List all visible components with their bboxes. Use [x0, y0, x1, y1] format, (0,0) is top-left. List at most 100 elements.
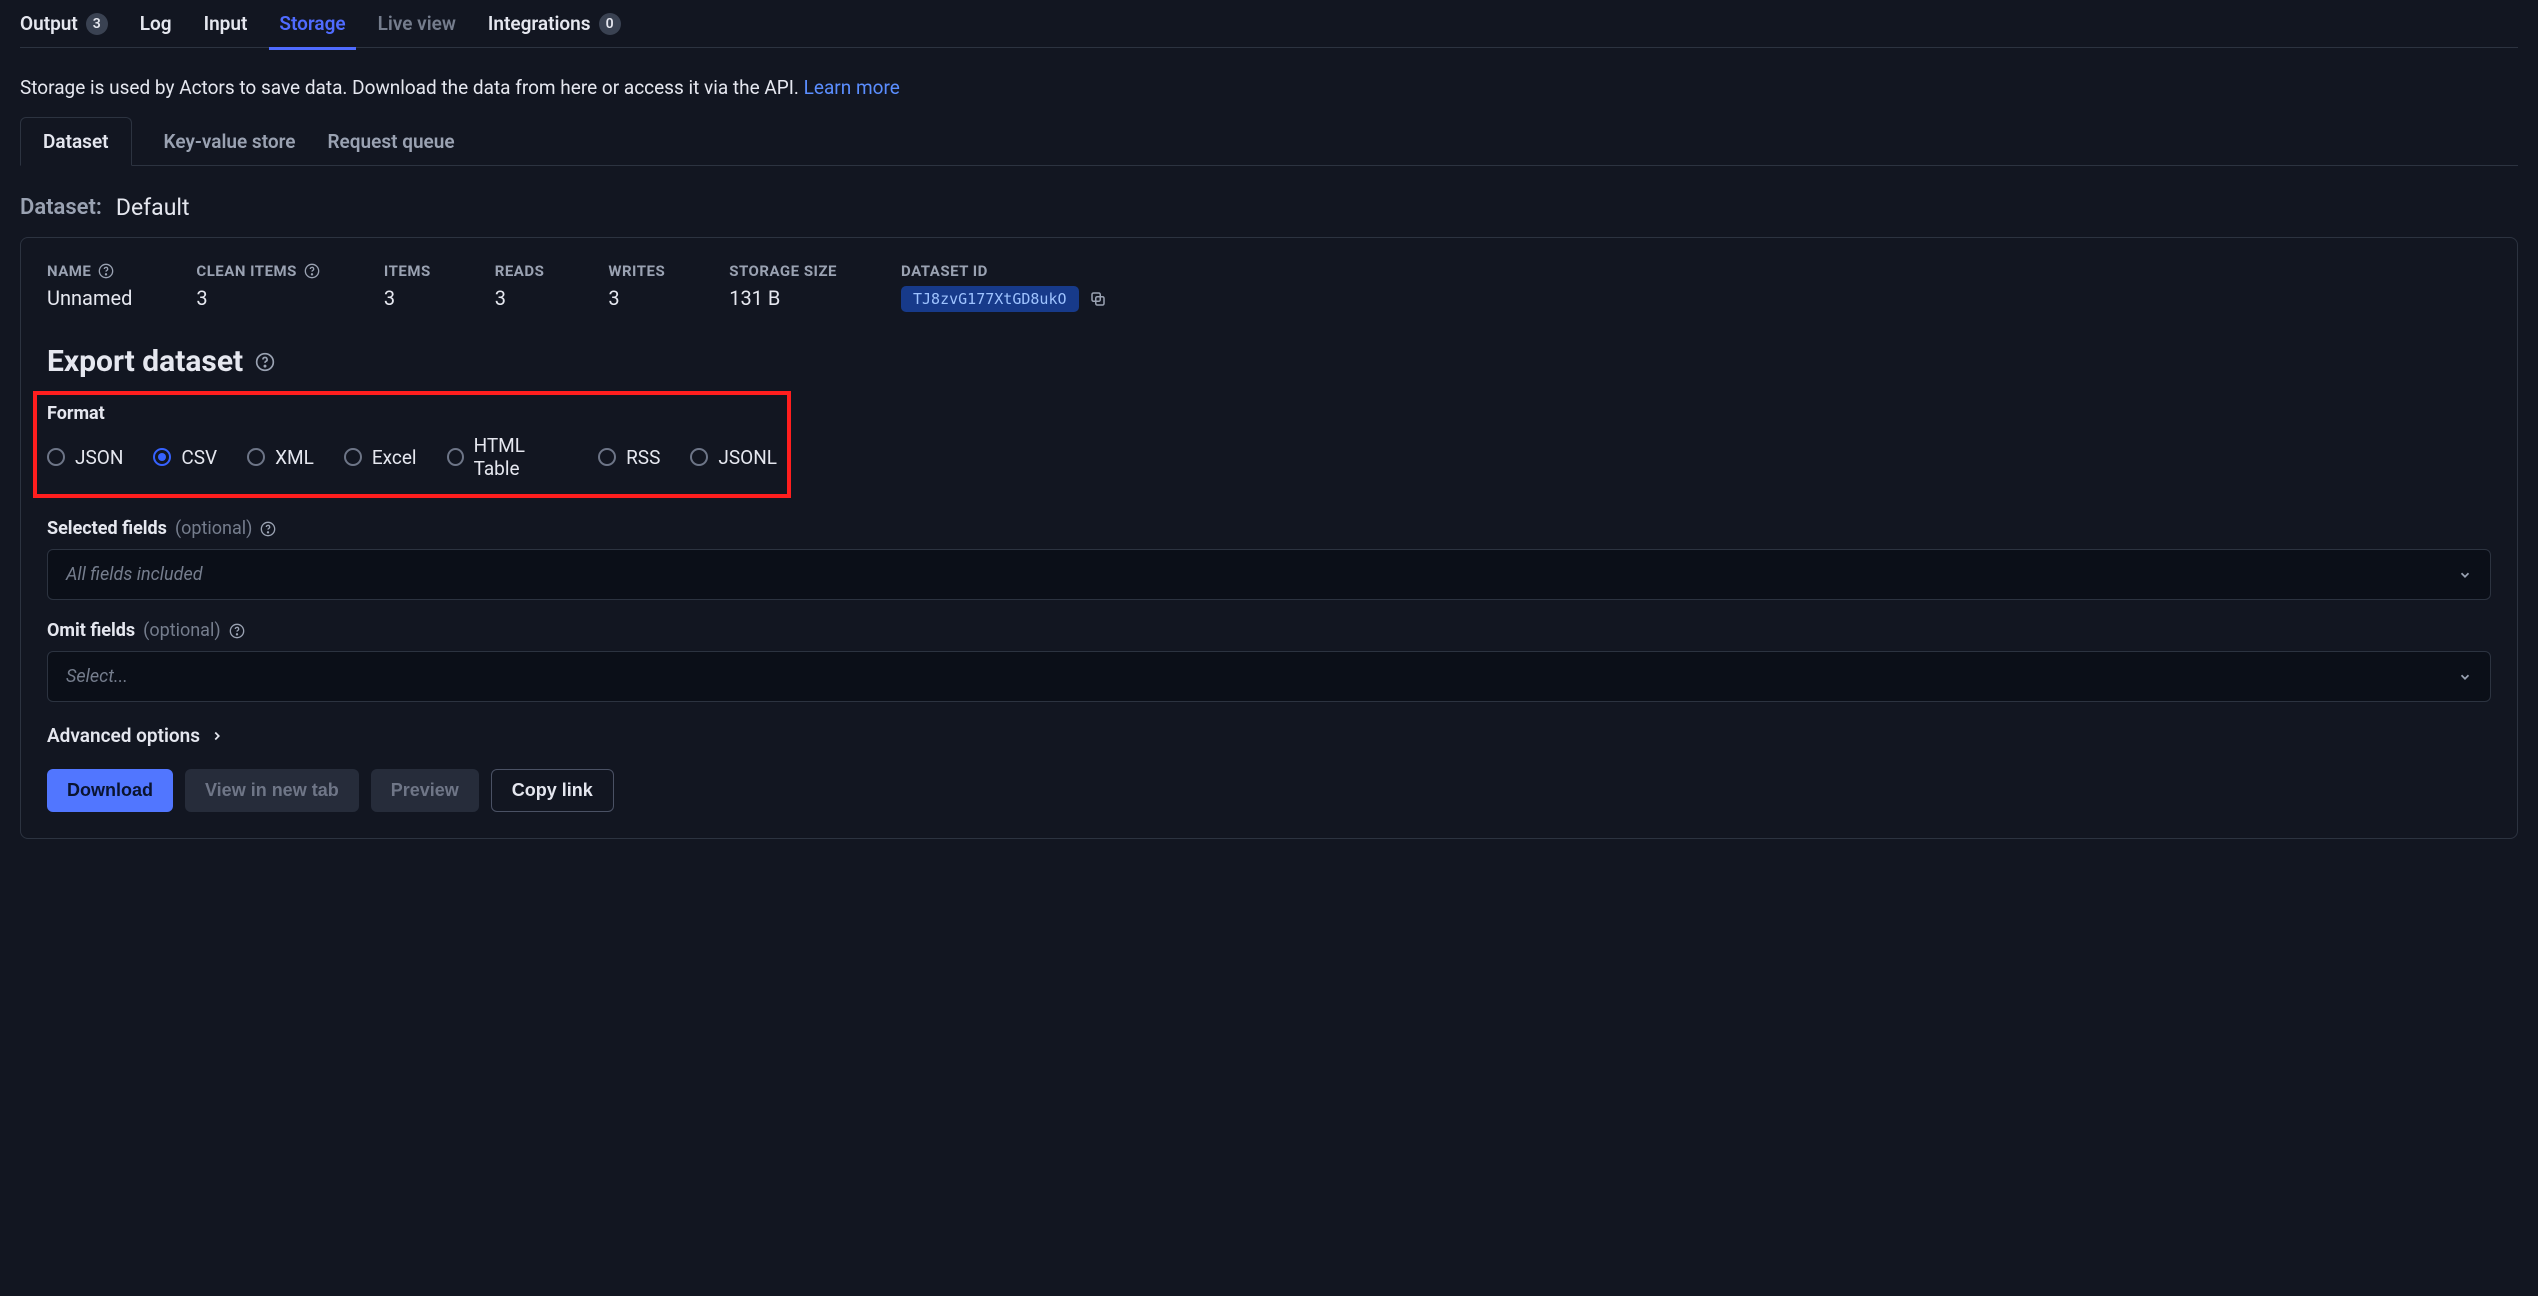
tab-output[interactable]: Output 3 — [20, 12, 108, 49]
stat-size-key: STORAGE SIZE — [729, 262, 837, 280]
radio-html-ring — [447, 448, 464, 466]
tab-integ-label: Integrations — [488, 12, 591, 35]
tab-integ-badge: 0 — [599, 13, 621, 35]
subtab-rq-label: Request queue — [327, 130, 454, 153]
radio-excel[interactable]: Excel — [344, 434, 417, 480]
stat-items-key: ITEMS — [384, 262, 431, 280]
help-icon[interactable] — [229, 623, 245, 639]
radio-jsonl-label: JSONL — [718, 446, 777, 469]
radio-csv[interactable]: CSV — [153, 434, 217, 480]
stat-reads: READS 3 — [495, 262, 545, 310]
stat-items-val: 3 — [384, 286, 431, 310]
help-icon[interactable] — [304, 263, 320, 279]
selected-fields-group: Selected fields (optional) All fields in… — [47, 518, 2491, 600]
storage-subtabs: Dataset Key-value store Request queue — [20, 117, 2518, 166]
subtab-request-queue[interactable]: Request queue — [327, 118, 454, 165]
omit-fields-placeholder: Select... — [66, 666, 128, 687]
view-new-tab-button[interactable]: View in new tab — [185, 769, 359, 812]
stat-clean-items: CLEAN ITEMS 3 — [196, 262, 320, 310]
radio-excel-ring — [344, 448, 362, 466]
copy-icon[interactable] — [1089, 290, 1107, 308]
help-icon[interactable] — [98, 263, 114, 279]
learn-more-link[interactable]: Learn more — [804, 76, 900, 99]
radio-jsonl-ring — [690, 448, 708, 466]
radio-excel-label: Excel — [372, 446, 417, 469]
stat-writes: WRITES 3 — [608, 262, 665, 310]
main-tabs: Output 3 Log Input Storage Live view Int… — [20, 0, 2518, 48]
tab-input[interactable]: Input — [204, 12, 248, 49]
format-label: Format — [47, 403, 777, 424]
stat-name: NAME Unnamed — [47, 262, 132, 310]
omit-fields-group: Omit fields (optional) Select... — [47, 620, 2491, 702]
subtab-dataset-label: Dataset — [43, 130, 109, 153]
radio-json[interactable]: JSON — [47, 434, 123, 480]
stat-reads-val: 3 — [495, 286, 545, 310]
stat-dataset-id: DATASET ID TJ8zvG177XtGD8ukO — [901, 262, 1107, 312]
tab-storage-label: Storage — [279, 12, 345, 35]
stat-id-key: DATASET ID — [901, 262, 988, 280]
omit-fields-select[interactable]: Select... — [47, 651, 2491, 702]
stat-name-key: NAME — [47, 262, 91, 280]
tab-output-badge: 3 — [86, 13, 108, 35]
radio-jsonl[interactable]: JSONL — [690, 434, 777, 480]
tab-storage[interactable]: Storage — [279, 12, 345, 49]
dataset-label: Dataset: — [20, 195, 102, 220]
omit-fields-label: Omit fields — [47, 620, 135, 641]
stat-writes-val: 3 — [608, 286, 665, 310]
advanced-options-label: Advanced options — [47, 724, 200, 747]
stat-reads-key: READS — [495, 262, 545, 280]
radio-xml-label: XML — [275, 446, 314, 469]
selected-fields-placeholder: All fields included — [66, 564, 203, 585]
radio-rss-ring — [598, 448, 616, 466]
export-heading-text: Export dataset — [47, 344, 243, 379]
radio-csv-label: CSV — [181, 446, 217, 469]
radio-xml[interactable]: XML — [247, 434, 314, 480]
preview-button[interactable]: Preview — [371, 769, 479, 812]
storage-description-text: Storage is used by Actors to save data. … — [20, 76, 804, 99]
radio-html-label: HTML Table — [474, 434, 569, 480]
dataset-panel: NAME Unnamed CLEAN ITEMS 3 ITEMS 3 READS… — [20, 237, 2518, 839]
tab-output-label: Output — [20, 12, 78, 35]
chevron-down-icon — [2458, 670, 2472, 684]
radio-csv-ring — [153, 448, 171, 466]
radio-rss[interactable]: RSS — [598, 434, 660, 480]
radio-json-ring — [47, 448, 65, 466]
selected-fields-select[interactable]: All fields included — [47, 549, 2491, 600]
chevron-down-icon — [2458, 568, 2472, 582]
help-icon[interactable] — [260, 521, 276, 537]
export-heading: Export dataset — [47, 344, 2491, 379]
dataset-selector-line: Dataset: Default — [20, 166, 2518, 237]
help-icon[interactable] — [255, 352, 275, 372]
dataset-value: Default — [116, 194, 190, 221]
tab-live-label: Live view — [378, 12, 456, 35]
download-button[interactable]: Download — [47, 769, 173, 812]
subtab-kv-label: Key-value store — [164, 130, 296, 153]
radio-xml-ring — [247, 448, 265, 466]
stat-items: ITEMS 3 — [384, 262, 431, 310]
selected-fields-optional: (optional) — [175, 518, 252, 539]
tab-input-label: Input — [204, 12, 248, 35]
dataset-id-chip[interactable]: TJ8zvG177XtGD8ukO — [901, 286, 1079, 312]
radio-html-table[interactable]: HTML Table — [447, 434, 569, 480]
stat-clean-key: CLEAN ITEMS — [196, 262, 297, 280]
omit-fields-optional: (optional) — [143, 620, 220, 641]
storage-description: Storage is used by Actors to save data. … — [20, 48, 2518, 117]
radio-json-label: JSON — [75, 446, 123, 469]
stat-clean-val: 3 — [196, 286, 320, 310]
tab-integrations[interactable]: Integrations 0 — [488, 12, 621, 49]
tab-log[interactable]: Log — [140, 12, 172, 49]
subtab-kv-store[interactable]: Key-value store — [164, 118, 296, 165]
stat-name-val: Unnamed — [47, 286, 132, 310]
advanced-options-toggle[interactable]: Advanced options — [47, 724, 2491, 747]
stat-size-val: 131 B — [729, 286, 837, 310]
subtab-dataset[interactable]: Dataset — [20, 117, 132, 166]
selected-fields-label: Selected fields — [47, 518, 167, 539]
tab-log-label: Log — [140, 12, 172, 35]
stat-writes-key: WRITES — [608, 262, 665, 280]
format-highlight-box: Format JSON CSV XML Excel HTML Table — [33, 391, 791, 498]
format-radios: JSON CSV XML Excel HTML Table RSS — [47, 434, 777, 480]
radio-rss-label: RSS — [626, 446, 660, 469]
copy-link-button[interactable]: Copy link — [491, 769, 614, 812]
tab-live-view[interactable]: Live view — [378, 12, 456, 49]
dataset-stats: NAME Unnamed CLEAN ITEMS 3 ITEMS 3 READS… — [47, 262, 2491, 312]
